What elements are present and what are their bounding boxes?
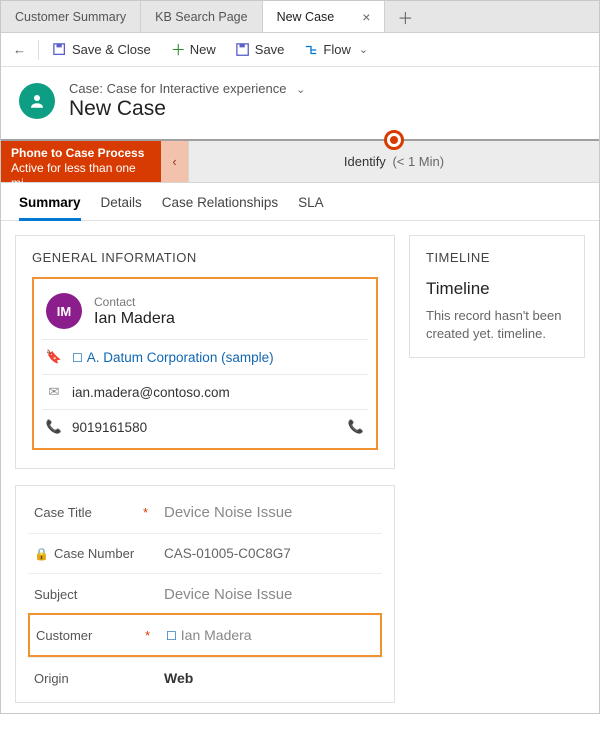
origin-input[interactable]: Web xyxy=(164,670,376,686)
lookup-icon: ☐ xyxy=(72,351,83,365)
flow-icon xyxy=(304,43,318,57)
close-icon[interactable]: × xyxy=(362,10,370,24)
plus-icon: ＋ xyxy=(171,43,185,57)
form-tab-summary[interactable]: Summary xyxy=(19,195,81,221)
field-case-number: 🔒 Case Number CAS-01005-C0C8G7 xyxy=(28,533,382,573)
process-name-flag[interactable]: Phone to Case Process Active for less th… xyxy=(1,141,161,182)
avatar: IM xyxy=(46,293,82,329)
field-label: Subject xyxy=(34,587,77,602)
process-status: Active for less than one mi… xyxy=(11,161,151,191)
add-tab-button[interactable]: ＋ xyxy=(385,1,425,32)
customer-lookup[interactable]: ☐ Ian Madera xyxy=(166,627,374,643)
chevron-left-icon: ‹ xyxy=(172,154,176,169)
stage-marker-icon xyxy=(384,130,404,150)
bookmark-icon: 🔖 xyxy=(46,349,62,365)
tab-customer-summary[interactable]: Customer Summary xyxy=(1,1,141,32)
account-lookup[interactable]: ☐ A. Datum Corporation (sample) xyxy=(72,350,274,365)
stage-identify[interactable]: Identify (< 1 Min) xyxy=(189,141,599,182)
save-icon xyxy=(236,43,250,57)
chevron-down-icon: ⌄ xyxy=(359,43,368,56)
email-icon: ✉ xyxy=(46,384,62,400)
case-title-input[interactable]: Device Noise Issue xyxy=(164,504,376,521)
tab-label: Customer Summary xyxy=(15,10,126,24)
save-close-icon xyxy=(53,43,67,57)
subject-input[interactable]: Device Noise Issue xyxy=(164,586,376,603)
back-button[interactable]: ← xyxy=(7,38,32,61)
field-customer: Customer * ☐ Ian Madera xyxy=(30,615,380,655)
field-label: Case Title xyxy=(34,505,92,520)
lookup-icon: ☐ xyxy=(166,629,177,643)
timeline-empty-message: This record hasn't been created yet. tim… xyxy=(426,307,568,343)
section-general-information: GENERAL INFORMATION IM Contact Ian Mader… xyxy=(15,235,395,469)
phone-icon: 📞 xyxy=(46,419,62,435)
form-tab-case-relationships[interactable]: Case Relationships xyxy=(162,195,278,220)
section-timeline: TIMELINE Timeline This record hasn't bee… xyxy=(409,235,585,358)
customer-value: Ian Madera xyxy=(181,627,252,643)
form-body: GENERAL INFORMATION IM Contact Ian Mader… xyxy=(1,221,599,733)
field-label: Case Number xyxy=(54,546,134,561)
contact-field-label: Contact xyxy=(94,295,175,309)
required-indicator: * xyxy=(145,628,150,643)
breadcrumb-text: Case: Case for Interactive experience xyxy=(69,81,287,96)
account-row: 🔖 ☐ A. Datum Corporation (sample) xyxy=(42,339,368,374)
entity-icon xyxy=(19,83,55,119)
field-case-title: Case Title * Device Noise Issue xyxy=(28,492,382,533)
lock-icon: 🔒 xyxy=(34,547,49,561)
field-origin: Origin Web xyxy=(28,657,382,698)
button-label: Flow xyxy=(323,42,350,57)
stage-time: (< 1 Min) xyxy=(392,154,444,169)
email-value[interactable]: ian.madera@contoso.com xyxy=(72,385,230,400)
email-row: ✉ ian.madera@contoso.com xyxy=(42,374,368,409)
process-name: Phone to Case Process xyxy=(11,146,151,161)
tab-label: New Case xyxy=(277,10,335,24)
tab-strip: Customer Summary KB Search Page New Case… xyxy=(1,1,599,33)
contact-name[interactable]: Ian Madera xyxy=(94,310,175,328)
button-label: Save & Close xyxy=(72,42,151,57)
form-tab-details[interactable]: Details xyxy=(101,195,142,220)
phone-row: 📞 9019161580 📞 xyxy=(42,409,368,444)
command-bar: ← Save & Close ＋ New Save Flow ⌄ xyxy=(1,33,599,67)
page-title: New Case xyxy=(69,97,305,121)
button-label: Save xyxy=(255,42,285,57)
section-case-fields: Case Title * Device Noise Issue 🔒 Case N… xyxy=(15,485,395,703)
required-indicator: * xyxy=(143,505,148,520)
section-title: GENERAL INFORMATION xyxy=(32,250,378,265)
save-button[interactable]: Save xyxy=(228,38,293,61)
field-label: Customer xyxy=(36,628,92,643)
tab-kb-search[interactable]: KB Search Page xyxy=(141,1,262,32)
save-close-button[interactable]: Save & Close xyxy=(45,38,159,61)
phone-value[interactable]: 9019161580 xyxy=(72,420,147,435)
timeline-heading: Timeline xyxy=(426,279,568,299)
field-subject: Subject Device Noise Issue xyxy=(28,573,382,615)
call-icon[interactable]: 📞 xyxy=(348,419,364,435)
account-name: A. Datum Corporation (sample) xyxy=(87,350,274,365)
stage-label: Identify xyxy=(344,154,386,169)
tab-label: KB Search Page xyxy=(155,10,247,24)
tab-new-case[interactable]: New Case × xyxy=(263,1,386,32)
contact-card-header: IM Contact Ian Madera xyxy=(42,287,368,339)
field-label: Origin xyxy=(34,671,69,686)
chevron-down-icon: ⌄ xyxy=(296,84,305,96)
flow-button[interactable]: Flow ⌄ xyxy=(296,38,376,61)
record-header: Case: Case for Interactive experience ⌄ … xyxy=(1,67,599,139)
collapse-process-button[interactable]: ‹ xyxy=(161,141,189,182)
new-button[interactable]: ＋ New xyxy=(163,38,224,61)
case-number-value: CAS-01005-C0C8G7 xyxy=(164,546,376,561)
separator xyxy=(38,40,39,60)
business-process-flow: Phone to Case Process Active for less th… xyxy=(1,139,599,183)
section-title: TIMELINE xyxy=(426,250,568,265)
breadcrumb[interactable]: Case: Case for Interactive experience ⌄ xyxy=(69,81,305,96)
contact-card-highlight: IM Contact Ian Madera 🔖 ☐ A. Datum Corpor… xyxy=(32,277,378,450)
button-label: New xyxy=(190,42,216,57)
customer-field-highlight: Customer * ☐ Ian Madera xyxy=(28,613,382,657)
form-tab-sla[interactable]: SLA xyxy=(298,195,324,220)
